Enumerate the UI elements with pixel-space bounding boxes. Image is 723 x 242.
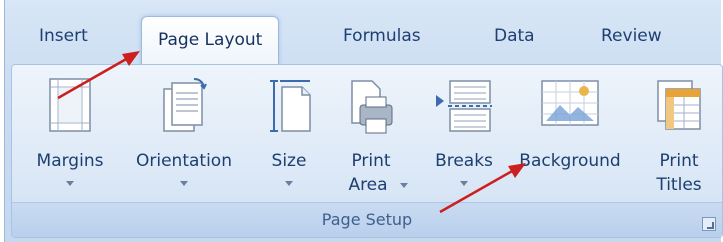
orientation-label: Orientation [136, 151, 232, 171]
margins-label: Margins [36, 151, 104, 171]
excel-ribbon-window: Insert Page Layout Formulas Data Review … [4, 0, 723, 242]
size-dropdown-caret [285, 181, 293, 186]
print-area-label-line1: Print [351, 151, 391, 171]
size-label: Size [271, 151, 307, 171]
orientation-icon [163, 78, 207, 132]
print-area-icon [351, 80, 393, 134]
size-button[interactable]: Size [256, 65, 322, 203]
breaks-button[interactable]: Breaks [422, 65, 506, 203]
dialog-launcher-icon[interactable] [702, 217, 716, 231]
page-setup-group: Margins Orientation Size Print Area Brea… [11, 64, 723, 238]
print-titles-button[interactable]: Print Titles [644, 65, 714, 203]
print-area-label-line2: Area [348, 175, 388, 195]
breaks-icon [436, 80, 492, 132]
page-setup-group-label: Page Setup [321, 210, 413, 229]
tab-formulas[interactable]: Formulas [343, 26, 421, 46]
print-titles-label-line2: Titles [656, 175, 702, 195]
background-icon [541, 80, 599, 126]
background-button[interactable]: Background [506, 65, 634, 203]
background-label: Background [519, 151, 621, 171]
margins-dropdown-caret [66, 181, 74, 186]
tab-page-layout[interactable]: Page Layout [141, 16, 280, 67]
print-titles-icon [657, 80, 701, 130]
print-titles-label-line1: Print [659, 151, 699, 171]
tab-review[interactable]: Review [601, 26, 662, 46]
tab-insert[interactable]: Insert [39, 26, 88, 46]
margins-icon [49, 78, 91, 132]
tab-data[interactable]: Data [494, 26, 535, 46]
group-label-bar: Page Setup [12, 202, 722, 237]
breaks-dropdown-caret [460, 181, 468, 186]
orientation-dropdown-caret [180, 181, 188, 186]
margins-button[interactable]: Margins [26, 65, 114, 203]
breaks-label: Breaks [435, 151, 493, 171]
ribbon-tab-bar: Insert Page Layout Formulas Data Review [5, 0, 721, 67]
print-area-button[interactable]: Print Area [336, 65, 408, 203]
orientation-button[interactable]: Orientation [122, 65, 246, 203]
print-area-dropdown-caret [400, 183, 408, 188]
size-icon [270, 80, 311, 132]
